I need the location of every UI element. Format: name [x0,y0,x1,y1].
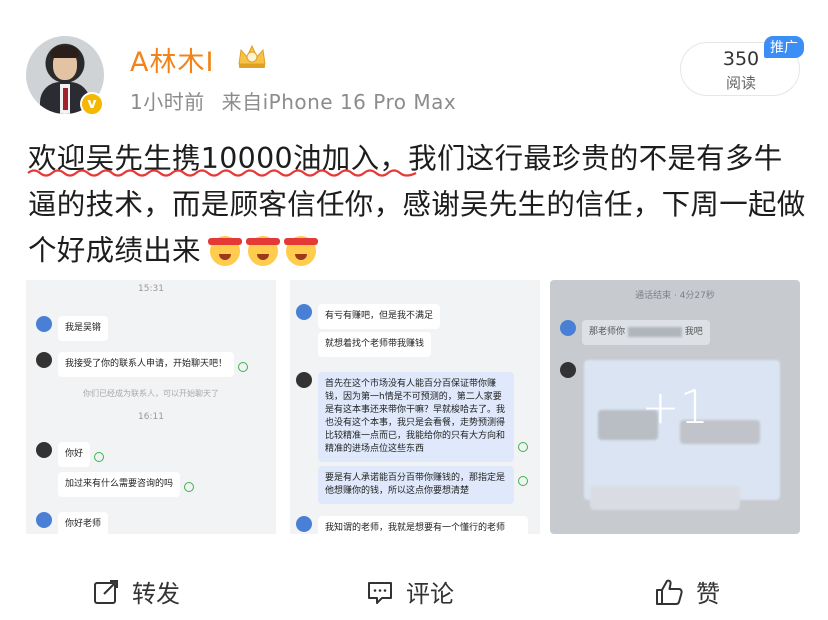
avatar [296,516,312,532]
call-ended-label: 通话结束 · 4分27秒 [635,291,715,301]
read-check-icon [238,362,249,372]
chat-bubble: 我知谓的老师，我就是想要有一个懂行的老师 [318,516,528,534]
read-check-icon [518,476,528,486]
chat-row: 首先在这个市场没有人能百分百保证带你赚钱，因为第一h情是不可预测的，第二人家要是… [296,372,536,462]
chat-text: 那老师你 [589,327,626,337]
avatar-hair [51,46,79,58]
chat-screenshot-3[interactable]: 通话结束 · 4分27秒 那老师你 我吧 +1 [550,280,800,534]
chat-bubble: 我接受了你的联系人申请，开始聊天吧！ [58,352,235,377]
author-name[interactable]: A林木I [130,40,214,79]
like-label: 赞 [696,580,720,608]
chat-time: 15:31 [138,284,164,294]
avatar [36,512,52,528]
verified-badge-icon: v [80,92,104,116]
system-message: 你们已经成为联系人，可以开始聊天了 [83,389,219,398]
avatar [560,362,576,378]
action-bar: 转发 评论 赞 [0,560,828,620]
read-check-icon [184,482,195,492]
post-meta: 1小时前 来自iPhone 16 Pro Max [130,86,456,115]
avatar [36,352,52,368]
read-check-icon [94,452,105,462]
avatar [36,442,52,458]
like-button[interactable]: 赞 [654,574,720,609]
more-images-count: +1 [641,380,709,434]
chat-row: 加过来有什么需要咨询的吗 [58,472,195,497]
read-check-icon [518,442,528,452]
celebrate-emoji-icon [246,236,281,266]
crown-icon [238,44,266,68]
avatar [560,320,576,336]
thumbs-up-icon [656,579,683,605]
chat-bubble: 那老师你 我吧 [582,320,710,345]
comment-label: 评论 [406,580,454,608]
chat-time: 16:11 [138,412,164,422]
comment-icon [368,581,392,604]
image-grid: 15:31 我是吴锵 我接受了你的联系人申请，开始聊天吧！ 你们已经成为联系人，… [26,280,804,534]
avatar-tie [63,88,68,110]
chat-bubble: 有亏有赚吧，但是我不满足 [318,304,441,329]
repost-label: 转发 [132,580,180,608]
chat-bubble: 加过来有什么需要咨询的吗 [58,472,181,497]
avatar [296,372,312,388]
chat-bubble: 你好老师 [58,512,109,534]
chat-row: 我知谓的老师，我就是想要有一个懂行的老师 [296,516,536,534]
read-label: 阅读 [725,74,756,92]
chat-bubble: 我是吴锵 [58,316,109,341]
chat-row: 就想着找个老师带我赚钱 [318,332,432,357]
chat-bubble: 首先在这个市场没有人能百分百保证带你赚钱，因为第一h情是不可预测的，第二人家要是… [318,372,514,462]
avatar [36,316,52,332]
post-time: 1小时前 [130,90,205,114]
chat-row: 你好老师 [36,512,109,534]
chat-screenshot-2[interactable]: 有亏有赚吧，但是我不满足 就想着找个老师带我赚钱 首先在这个市场没有人能百分百保… [290,280,540,534]
chat-bubble: 就想着找个老师带我赚钱 [318,332,432,357]
chat-row: 有亏有赚吧，但是我不满足 [296,304,441,329]
promo-badge: 推广 [764,36,804,58]
repost-button[interactable]: 转发 [92,574,180,609]
chat-row: 要是有人承诺能百分百带你赚钱的，那指定是他想赚你的钱，所以这点你要想清楚 [318,466,538,504]
celebrate-emoji-icon [284,236,319,266]
red-squiggle-underline [27,169,417,177]
chat-row: 我是吴锵 [36,316,109,341]
chat-text: 我吧 [684,327,703,337]
mosaic-censor [627,326,682,337]
comment-button[interactable]: 评论 [366,574,454,609]
chat-bubble: 要是有人承诺能百分百带你赚钱的，那指定是他想赚你的钱，所以这点你要想清楚 [318,466,514,504]
mosaic-censor [590,486,740,510]
post-text: 欢迎吴先生携10000油加入，我们这行最珍贵的不是有多牛逼的技术，而是顾客信任你… [28,142,806,267]
chat-screenshot-1[interactable]: 15:31 我是吴锵 我接受了你的联系人申请，开始聊天吧！ 你们已经成为联系人，… [26,280,276,534]
post-text-container: 欢迎吴先生携10000油加入，我们这行最珍贵的不是有多牛逼的技术，而是顾客信任你… [28,136,808,280]
chat-row: 你好 [36,442,105,467]
post-source: 来自iPhone 16 Pro Max [221,90,457,114]
repost-icon [94,579,118,604]
avatar [296,304,312,320]
chat-row: 我接受了你的联系人申请，开始聊天吧！ [36,352,249,377]
chat-bubble: 你好 [58,442,91,467]
celebrate-emoji-icon [208,236,243,266]
chat-row: 那老师你 我吧 [560,320,710,345]
emoji-row [208,234,324,280]
